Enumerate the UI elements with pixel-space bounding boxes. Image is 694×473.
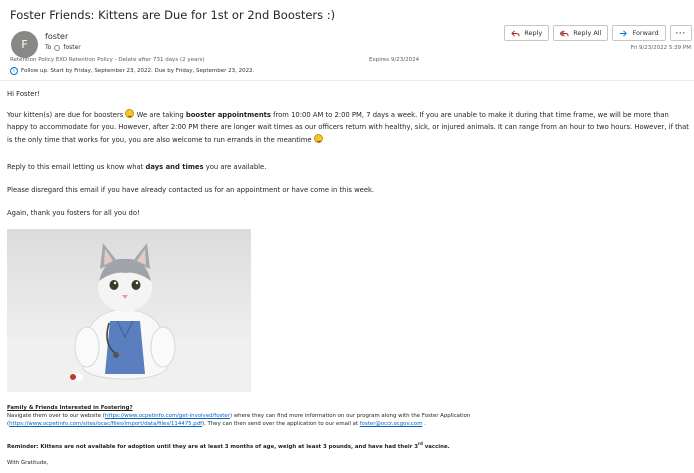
- paragraph-reply: Reply to this email letting us know what…: [7, 162, 691, 174]
- p2-text-b: you are available.: [203, 163, 267, 171]
- email-subject: Foster Friends: Kittens are Due for 1st …: [10, 8, 336, 22]
- info-icon: i: [10, 67, 18, 75]
- reply-icon: [511, 29, 520, 37]
- reminder-text: Kittens are not available for adoption u…: [38, 443, 419, 450]
- more-actions-button[interactable]: ···: [669, 25, 692, 41]
- cat-photo-image: [7, 229, 251, 392]
- p1-text-b: We are taking: [134, 111, 186, 119]
- paragraph-disregard: Please disregard this email if you have …: [7, 186, 375, 194]
- forward-button[interactable]: Forward: [612, 25, 666, 41]
- ff-text-a: Navigate them over to our website (: [7, 413, 105, 419]
- reply-label: Reply: [524, 29, 543, 37]
- recipient-line: To foster: [45, 44, 81, 51]
- forward-icon: [620, 29, 628, 37]
- cat-in-doctor-costume-photo: [7, 229, 251, 392]
- recipient-presence-icon: [54, 44, 61, 51]
- reminder-label: Reminder:: [7, 443, 39, 450]
- sender-avatar[interactable]: F: [11, 31, 38, 58]
- paragraph-thanks: Again, thank you fosters for all you do!: [7, 209, 140, 217]
- foster-application-link[interactable]: https://www.ocpetinfo.com/sites/ocac/fil…: [9, 421, 202, 427]
- header-divider: [0, 80, 694, 81]
- sent-date: Fri 9/23/2022 5:39 PM: [630, 45, 691, 51]
- reminder-line: Reminder: Kittens are not available for …: [7, 440, 691, 451]
- smile-emoji-icon: [313, 133, 323, 143]
- follow-up-text: Follow up. Start by Friday, September 23…: [21, 68, 255, 74]
- to-label: To: [45, 44, 52, 51]
- follow-up-flag: i Follow up. Start by Friday, September …: [10, 67, 254, 75]
- recipient-name[interactable]: foster: [63, 44, 80, 51]
- foster-page-link[interactable]: https://www.ocpetinfo.com/get-involved/f…: [105, 413, 230, 419]
- reply-all-label: Reply All: [573, 29, 602, 37]
- greeting: Hi Foster!: [7, 90, 40, 98]
- ff-text-e: .: [422, 421, 426, 427]
- reply-button[interactable]: Reply: [504, 25, 550, 41]
- p2-text-a: Reply to this email letting us know what: [7, 163, 146, 171]
- foster-email-link[interactable]: foster@occr.ocgov.com: [360, 421, 423, 427]
- fostering-line-2: (https://www.ocpetinfo.com/sites/ocac/fi…: [7, 420, 691, 428]
- action-bar: Reply Reply All Forward ···: [504, 25, 692, 41]
- ff-heading-text: Family & Friends Interested in Fostering…: [7, 405, 133, 411]
- ff-text-b: ) where they can find more information o…: [229, 413, 471, 419]
- expires-date: Expires 9/23/2024: [369, 57, 420, 63]
- reply-all-icon: [560, 29, 569, 37]
- ff-text-d: ). They can then send over the applicati…: [202, 421, 360, 427]
- more-icon: ···: [675, 29, 686, 37]
- paragraph-boosters: Your kitten(s) are due for boosters We a…: [7, 109, 691, 146]
- closing-line: With Gratitude,: [7, 460, 49, 466]
- p1-text-a: Your kitten(s) are due for boosters: [7, 111, 126, 119]
- retention-policy: Retention Policy EXO Retention Policy - …: [10, 57, 205, 63]
- forward-label: Forward: [632, 29, 659, 37]
- p2-bold: days and times: [145, 163, 204, 171]
- p1-bold: booster appointments: [185, 111, 271, 119]
- reply-all-button[interactable]: Reply All: [553, 25, 609, 41]
- reminder-end: vaccine.: [422, 443, 450, 450]
- sender-name[interactable]: foster: [45, 32, 68, 41]
